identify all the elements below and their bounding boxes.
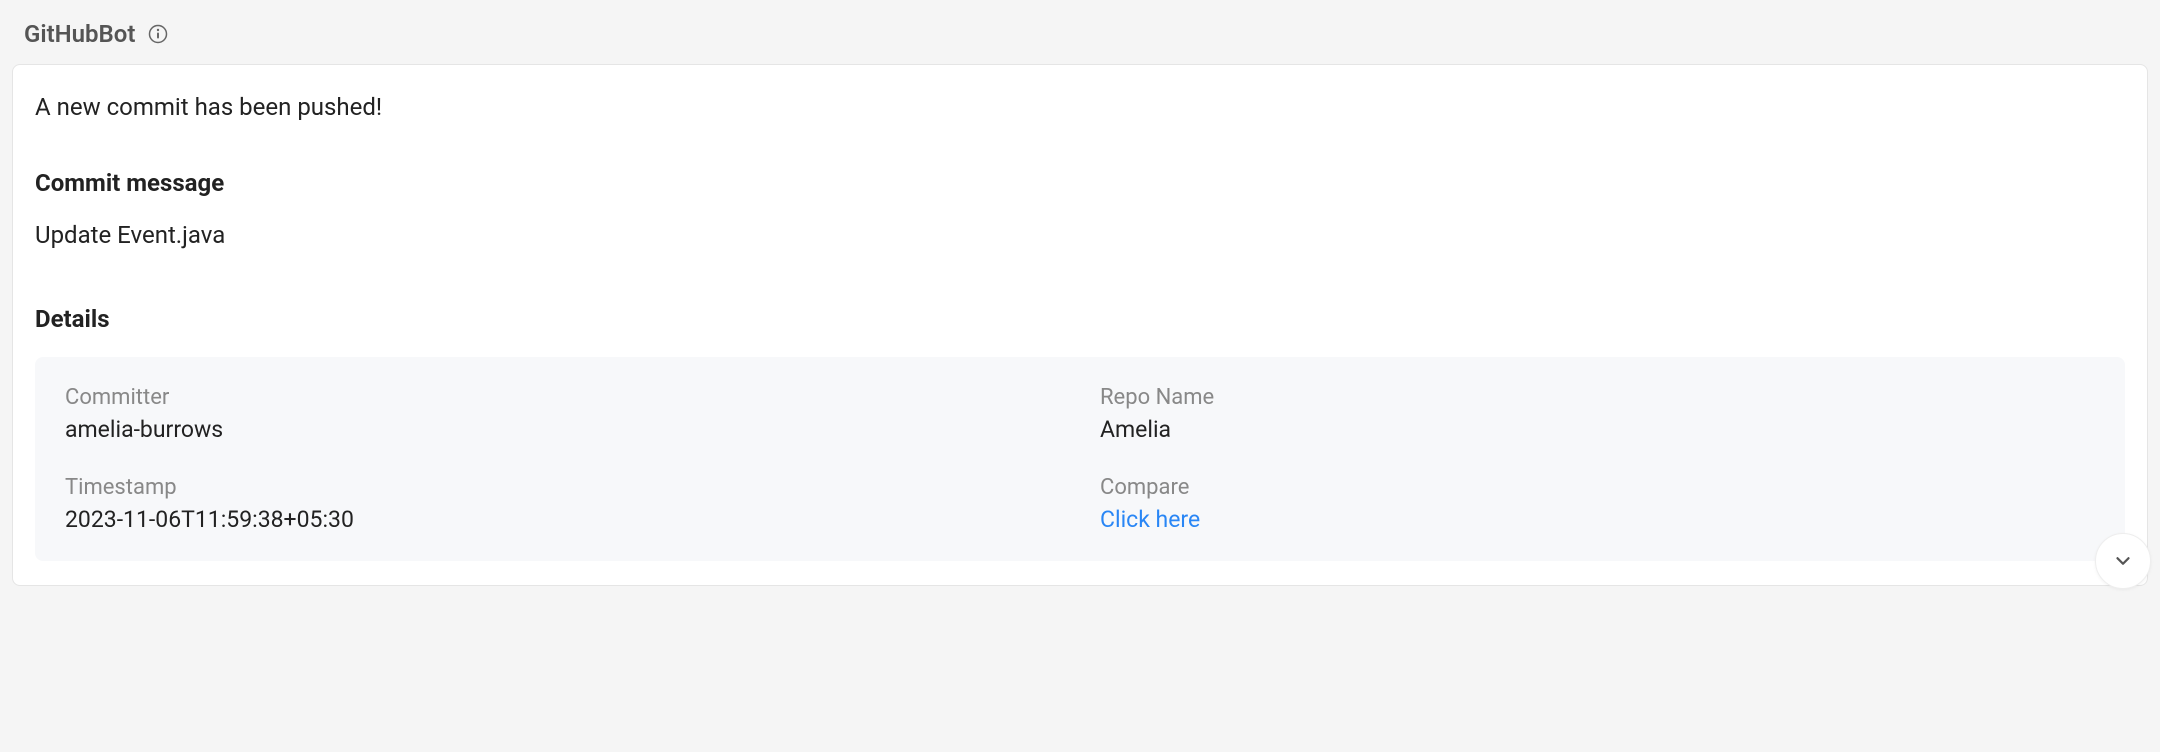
detail-repo-name: Repo Name Amelia xyxy=(1100,385,2095,443)
notification-card: A new commit has been pushed! Commit mes… xyxy=(12,64,2148,586)
detail-value-repo-name: Amelia xyxy=(1100,416,2095,443)
commit-message-value: Update Event.java xyxy=(35,221,2125,249)
detail-committer: Committer amelia-burrows xyxy=(65,385,1060,443)
detail-label-committer: Committer xyxy=(65,385,1060,410)
detail-label-compare: Compare xyxy=(1100,475,2095,500)
details-heading: Details xyxy=(35,305,2125,333)
detail-label-repo-name: Repo Name xyxy=(1100,385,2095,410)
chevron-down-icon xyxy=(2112,550,2134,572)
notification-text: A new commit has been pushed! xyxy=(35,93,2125,121)
info-icon[interactable] xyxy=(147,23,169,45)
detail-value-committer: amelia-burrows xyxy=(65,416,1060,443)
card-header: GitHubBot xyxy=(12,12,2148,64)
detail-timestamp: Timestamp 2023-11-06T11:59:38+05:30 xyxy=(65,475,1060,533)
detail-value-timestamp: 2023-11-06T11:59:38+05:30 xyxy=(65,506,1060,533)
bot-name: GitHubBot xyxy=(24,20,135,48)
detail-label-timestamp: Timestamp xyxy=(65,475,1060,500)
expand-button[interactable] xyxy=(2095,533,2151,589)
details-box: Committer amelia-burrows Repo Name Ameli… xyxy=(35,357,2125,561)
detail-compare: Compare Click here xyxy=(1100,475,2095,533)
commit-message-heading: Commit message xyxy=(35,169,2125,197)
compare-link[interactable]: Click here xyxy=(1100,506,2095,533)
